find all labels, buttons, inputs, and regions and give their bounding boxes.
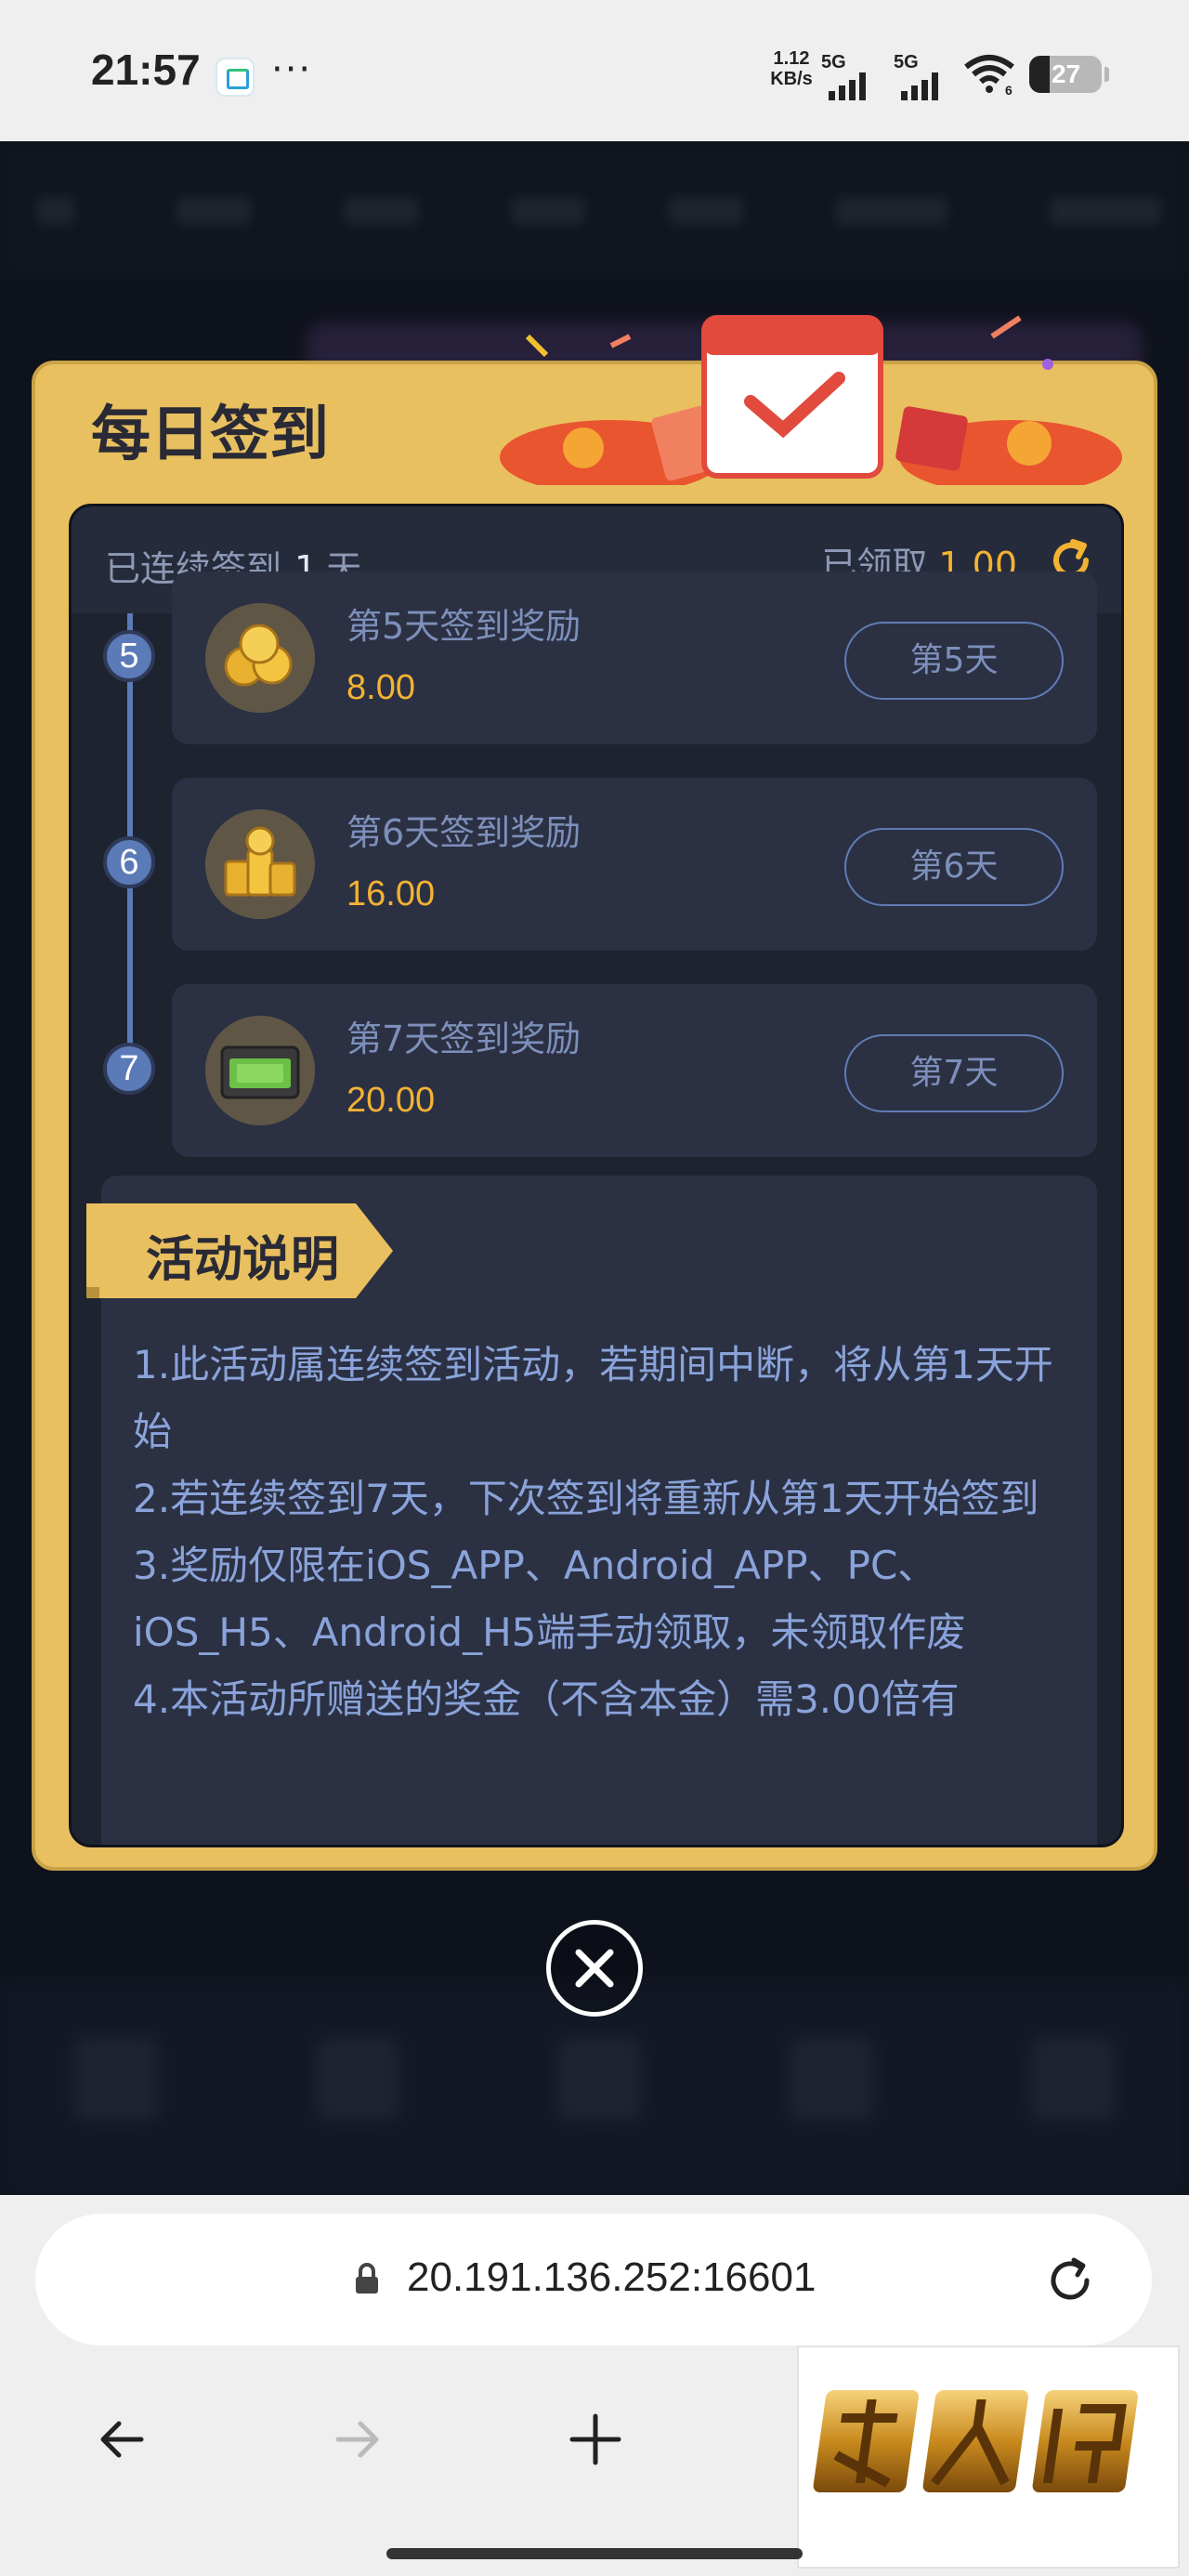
reward-amount: 16.00: [346, 874, 436, 913]
reward-row-day5: 第5天签到奖励 8.00 第5天: [172, 572, 1097, 744]
watermark-graphic: [813, 2390, 1138, 2492]
network-speed-unit: KB/s: [770, 69, 813, 89]
reward-row-day6: 第6天签到奖励 16.00 第6天: [172, 778, 1097, 951]
activity-description[interactable]: 活动说明 1.此活动属连续签到活动，若期间中断，将从第1天开始 2.若连续签到7…: [86, 1176, 1097, 1845]
reward-name: 第7天签到奖励: [346, 1019, 581, 1059]
network-speed: 1.12 KB/s: [767, 48, 816, 89]
more-notifications-icon: ···: [271, 48, 313, 91]
description-title: 活动说明: [146, 1232, 340, 1288]
wifi-icon: 6: [964, 55, 1014, 95]
address-bar[interactable]: 20.191.136.252:16601: [35, 2214, 1152, 2346]
checkin-panel[interactable]: 已连续签到 1 天 已领取 1.00 第5天签到奖励 8.00 第5天 5 第6…: [69, 504, 1124, 1847]
lock-icon: [356, 2263, 378, 2293]
cash-case-icon: [205, 1016, 315, 1125]
forward-arrow-icon[interactable]: [327, 2409, 388, 2470]
coin-stack-icon: [205, 809, 315, 919]
battery-level: 27: [1052, 59, 1081, 88]
url-text[interactable]: 20.191.136.252:16601: [407, 2254, 816, 2301]
reward-amount: 8.00: [346, 668, 415, 707]
home-app-icon: [216, 58, 255, 97]
network-type-2: 5G: [894, 52, 919, 72]
description-text: 1.此活动属连续签到活动，若期间中断，将从第1天开始 2.若连续签到7天，下次签…: [133, 1342, 1053, 1722]
close-button[interactable]: [546, 1920, 643, 2017]
network-speed-value: 1.12: [773, 48, 810, 69]
timeline-dot-6: 6: [103, 836, 155, 888]
watermark-logo: [797, 2346, 1180, 2569]
home-indicator[interactable]: [386, 2548, 803, 2559]
day5-button[interactable]: 第5天: [844, 622, 1064, 700]
status-time: 21:57: [91, 46, 201, 94]
modal-title: 每日签到: [91, 401, 329, 469]
reward-name: 第6天签到奖励: [346, 812, 581, 853]
new-tab-plus-icon[interactable]: [565, 2409, 626, 2470]
back-arrow-icon[interactable]: [91, 2409, 152, 2470]
network-type-1: 5G: [821, 52, 846, 72]
status-bar: 21:57 ··· 1.12 KB/s 5G 5G 6 27: [0, 0, 1189, 141]
signal-icon-1: 5G: [821, 52, 886, 100]
close-icon: [575, 1949, 614, 1988]
coin-pile-icon: [205, 603, 315, 713]
timeline-dot-7: 7: [103, 1043, 155, 1095]
battery-icon: 27: [1029, 56, 1109, 93]
day6-button[interactable]: 第6天: [844, 828, 1064, 906]
timeline-dot-5: 5: [103, 630, 155, 682]
browser-chrome: 20.191.136.252:16601: [0, 2195, 1189, 2576]
reward-name: 第5天签到奖励: [346, 606, 581, 647]
reload-icon[interactable]: [1040, 2251, 1100, 2310]
reward-amount: 20.00: [346, 1081, 436, 1120]
calendar-gift-decoration: [500, 315, 1122, 485]
reward-row-day7: 第7天签到奖励 20.00 第7天: [172, 984, 1097, 1157]
wifi-badge: 6: [1005, 83, 1013, 95]
daily-checkin-modal: 每日签到 已连续签到 1 天 已领取 1.00 第5天签到奖励 8.00 第5天…: [32, 315, 1157, 1871]
signal-icon-2: 5G: [894, 52, 959, 100]
day7-button[interactable]: 第7天: [844, 1034, 1064, 1112]
